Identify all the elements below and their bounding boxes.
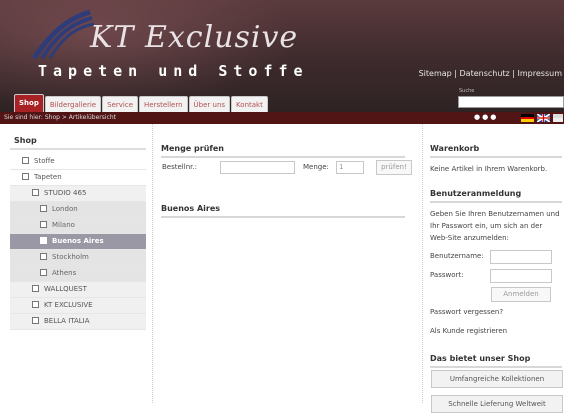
logo-text: KT Exclusive [90,20,299,55]
sidebar-item-label: Stoffe [34,157,55,165]
bullet-icon [32,316,39,324]
header: KT Exclusive Tapeten und Stoffe Sitemap … [0,0,564,112]
sidebar-item-kt-exclusive[interactable]: KT EXCLUSIVE [10,298,146,314]
sidebar-item-label: STUDIO 465 [44,189,87,197]
cart-text: Keine Artikel in Ihrem Warenkorb. [430,165,548,173]
search-input[interactable] [458,96,564,108]
category-section: Buenos Aires [153,204,413,218]
link-separator: | [509,69,518,78]
quantity-input[interactable]: 1 [336,161,364,174]
sidebar-item-buenos-aires[interactable]: Buenos Aires [10,234,146,250]
sidebar-item-label: BELLA ITALIA [44,317,90,325]
sidebar-item-label: KT EXCLUSIVE [44,301,93,309]
password-row: Passwort: [430,269,560,283]
bullet-icon [40,220,47,228]
bullet-icon [22,156,29,164]
link-separator: | [451,69,460,78]
features-block: Das bietet unser Shop [430,354,562,368]
tab-ueber-uns[interactable]: Über uns [188,96,231,112]
sidebar-item-studio-465[interactable]: STUDIO 465 [10,186,146,202]
right-sidebar: Warenkorb Keine Artikel in Ihrem Warenko… [422,124,564,413]
sidebar-item-bella-italia[interactable]: BELLA ITALIA [10,314,146,330]
impressum-link[interactable]: Impressum [518,69,562,78]
sidebar-item-stockholm[interactable]: Stockholm [10,250,146,266]
sidebar-item-tapeten[interactable]: Tapeten [10,170,146,186]
order-number-label: Bestellnr.: [162,163,197,171]
login-title: Benutzeranmeldung [430,189,562,203]
sidebar-item-milano[interactable]: Milano [10,218,146,234]
category-title: Buenos Aires [161,204,405,218]
check-section: Menge prüfen [153,144,413,158]
check-form: Bestellnr.: Menge: 1 prüfen! [162,160,420,175]
sidebar-title: Shop [10,124,146,150]
feature-delivery-button[interactable]: Schnelle Lieferung Weltweit [431,395,563,413]
sidebar-item-label: London [52,205,78,213]
tab-herstellern[interactable]: Herstellern [139,96,188,112]
breadcrumb: Sie sind hier: Shop > Artikelübersicht [4,114,116,121]
slider-dots-icon[interactable]: ●●● [474,113,498,121]
main-content: Menge prüfen Bestellnr.: Menge: 1 prüfen… [152,124,419,403]
sidebar-item-label: Athens [52,269,77,277]
cart-block: Warenkorb Keine Artikel in Ihrem Warenko… [430,144,562,175]
tab-service[interactable]: Service [102,96,138,112]
bullet-icon [40,252,47,260]
tab-kontakt[interactable]: Kontakt [231,96,268,112]
bullet-icon [40,268,47,276]
tagline: Tapeten und Stoffe [38,62,309,80]
sidebar: Shop Stoffe Tapeten STUDIO 465 London Mi… [10,124,146,403]
sidebar-item-stoffe[interactable]: Stoffe [10,154,146,170]
username-row: Benutzername: [430,250,560,264]
sidebar-item-label: WALLQUEST [44,285,87,293]
sitemap-link[interactable]: Sitemap [419,69,452,78]
bullet-icon [40,204,47,212]
main-tabs: Shop Bildergallerie Service Herstellern … [14,94,268,112]
forgot-password-link[interactable]: Passwort vergessen? [430,308,503,316]
username-label: Benutzername: [430,252,484,260]
flag-icon[interactable] [553,114,563,122]
sidebar-item-wallquest[interactable]: WALLQUEST [10,282,146,298]
register-link[interactable]: Als Kunde registrieren [430,327,507,335]
sidebar-item-label: Stockholm [52,253,89,261]
password-label: Passwort: [430,271,464,279]
sidebar-item-label: Tapeten [34,173,62,181]
order-number-input[interactable] [220,161,295,174]
logo-swoosh-icon [31,9,95,60]
check-button[interactable]: prüfen! [376,160,412,175]
username-input[interactable] [490,250,552,264]
login-block: Benutzeranmeldung Geben Sie Ihren Benutz… [430,189,562,244]
tab-shop[interactable]: Shop [14,94,44,112]
bullet-icon [32,284,39,292]
sidebar-item-london[interactable]: London [10,202,146,218]
breadcrumb-bar: Sie sind hier: Shop > Artikelübersicht ●… [0,112,564,124]
sidebar-item-label: Buenos Aires [52,237,104,245]
password-input[interactable] [490,269,552,283]
features-title: Das bietet unser Shop [430,354,562,368]
login-text: Geben Sie Ihren Benutzernamen und Ihr Pa… [430,210,560,242]
login-button[interactable]: Anmelden [491,287,551,302]
sidebar-item-athens[interactable]: Athens [10,266,146,282]
bullet-icon [32,300,39,308]
bullet-icon [32,188,39,196]
cart-title: Warenkorb [430,144,562,158]
search-label: Suche [459,88,475,94]
bullet-icon [40,236,47,244]
sidebar-item-label: Milano [52,221,75,229]
datenschutz-link[interactable]: Datenschutz [460,69,510,78]
check-title: Menge prüfen [161,144,405,158]
german-flag-icon[interactable] [521,114,534,122]
tab-bildergallerie[interactable]: Bildergallerie [44,96,102,112]
bullet-icon [22,172,29,180]
uk-flag-icon[interactable] [537,114,550,122]
top-links: Sitemap | Datenschutz | Impressum [419,69,562,78]
feature-collections-button[interactable]: Umfangreiche Kollektionen [431,370,563,388]
quantity-label: Menge: [303,163,329,171]
